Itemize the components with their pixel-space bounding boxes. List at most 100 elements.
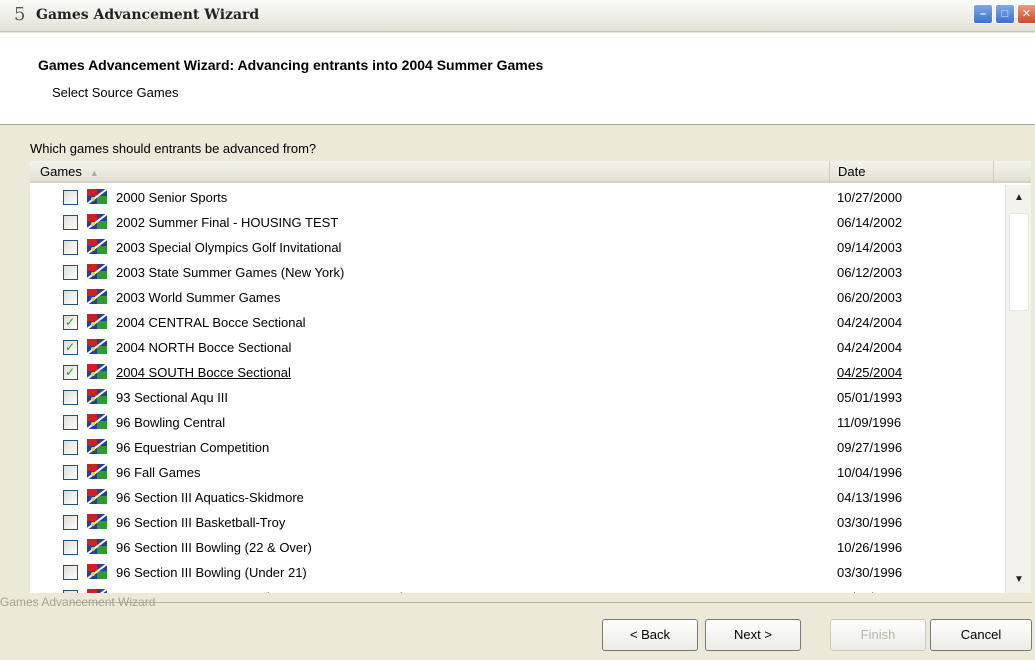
scroll-thumb[interactable] (1009, 213, 1029, 311)
row-checkbox[interactable] (63, 465, 78, 480)
game-date: 04/13/1996 (837, 490, 903, 505)
game-date: 04/24/2004 (837, 315, 903, 330)
row-checkbox[interactable] (63, 190, 78, 205)
game-name: 96 Fall Games (116, 465, 201, 480)
group-divider (70, 602, 1032, 603)
games-flag-icon (87, 439, 107, 454)
game-date: 06/20/2003 (837, 290, 903, 305)
game-name: 96 Section III Bowling (22 & Over) (116, 540, 312, 555)
game-date: 03/30/1996 (837, 565, 903, 580)
game-date: 06/12/2003 (837, 265, 903, 280)
column-header-date[interactable]: Date (830, 161, 994, 183)
window-title: Games Advancement Wizard (36, 7, 260, 23)
minimize-icon: – (979, 8, 987, 20)
list-item[interactable]: 2000 Senior Sports 10/27/2000 (30, 185, 1005, 210)
games-flag-icon (87, 214, 107, 229)
games-flag-icon (87, 514, 107, 529)
column-header-games[interactable]: Games ▲ (30, 161, 830, 183)
row-checkbox[interactable] (63, 515, 78, 530)
games-flag-icon (87, 589, 107, 593)
row-checkbox[interactable]: ✓ (63, 315, 78, 330)
column-games-label: Games (40, 164, 82, 179)
list-item[interactable]: 96 Section III Bowling (22 & Over) 10/26/… (30, 535, 1005, 560)
game-date: 03/30/1996 (837, 515, 903, 530)
games-flag-icon (87, 414, 107, 429)
game-date: 06/14/2002 (837, 215, 903, 230)
checkmark-icon: ✓ (65, 365, 76, 379)
row-checkbox[interactable] (63, 265, 78, 280)
games-flag-icon (87, 564, 107, 579)
list-item[interactable]: 2003 Special Olympics Golf Invitational 0… (30, 235, 1005, 260)
page-title: Games Advancement Wizard: Advancing entr… (38, 57, 544, 73)
finish-button[interactable]: Finish (830, 619, 926, 651)
game-name: 2004 NORTH Bocce Sectional (116, 340, 292, 355)
list-item[interactable]: 96 Section III Bowling (Under 21) 03/30/1… (30, 560, 1005, 585)
game-name: 96 Bowling Central (116, 415, 226, 430)
games-flag-icon (87, 314, 107, 329)
checkmark-icon: ✓ (65, 315, 76, 329)
row-checkbox[interactable]: ✓ (63, 365, 78, 380)
game-date: 11/09/1996 (837, 415, 902, 430)
maximize-button[interactable]: □ (995, 4, 1015, 24)
row-checkbox[interactable] (63, 215, 78, 230)
row-checkbox[interactable] (63, 240, 78, 255)
next-button[interactable]: Next > (705, 619, 801, 651)
row-checkbox[interactable] (63, 490, 78, 505)
list-item[interactable]: 96 Fall Games 10/04/1996 (30, 460, 1005, 485)
title-bar[interactable]: 5 Games Advancement Wizard – □ ✕ (0, 0, 1035, 32)
row-checkbox[interactable]: ✓ (63, 340, 78, 355)
row-checkbox[interactable] (63, 290, 78, 305)
row-checkbox[interactable] (63, 415, 78, 430)
list-rows: 2000 Senior Sports 10/27/2000 2002 Summer … (30, 185, 1005, 593)
game-date: 04/24/2004 (837, 340, 903, 355)
game-name: 2004 SOUTH Bocce Sectional (116, 365, 291, 380)
row-checkbox[interactable] (63, 565, 78, 580)
games-flag-icon (87, 289, 107, 304)
list-item[interactable]: 96 Bowling Central 11/09/1996 (30, 410, 1005, 435)
games-flag-icon (87, 339, 107, 354)
row-checkbox[interactable] (63, 540, 78, 555)
group-label: Games Advancement Wizard (0, 595, 156, 609)
list-item[interactable]: 96 Equestrian Competition 09/27/1996 (30, 435, 1005, 460)
games-list[interactable]: Games ▲ Date 2000 Senior Sports 10/27/2000… (30, 161, 1031, 593)
cancel-button[interactable]: Cancel (930, 619, 1032, 651)
game-date: 10/26/1996 (837, 540, 903, 555)
game-name: 96 Section III Aquatics-Skidmore (116, 490, 304, 505)
vertical-scrollbar[interactable]: ▲ ▼ (1005, 185, 1031, 593)
sort-ascending-icon: ▲ (89, 168, 99, 178)
list-item[interactable]: ✓ 2004 CENTRAL Bocce Sectional 04/24/2004 (30, 310, 1005, 335)
column-header: Games ▲ Date (30, 161, 1031, 183)
minimize-button[interactable]: – (973, 4, 993, 24)
back-button[interactable]: < Back (602, 619, 698, 651)
list-item[interactable]: 2003 World Summer Games 06/20/2003 (30, 285, 1005, 310)
close-button[interactable]: ✕ (1017, 4, 1035, 24)
game-name: 2004 CENTRAL Bocce Sectional (116, 315, 306, 330)
close-icon: ✕ (1021, 8, 1032, 20)
list-item[interactable]: ✓ 2004 SOUTH Bocce Sectional 04/25/2004 (30, 360, 1005, 385)
app-icon: 5 (14, 4, 26, 25)
wizard-header: Games Advancement Wizard: Advancing entr… (0, 33, 1035, 125)
list-item[interactable]: 96 SECTION III NORDIC (MARC TUPPER LAKE)… (30, 585, 1005, 593)
list-item[interactable]: 2003 State Summer Games (New York) 06/12/… (30, 260, 1005, 285)
row-checkbox[interactable] (63, 390, 78, 405)
list-item[interactable]: 96 Section III Aquatics-Skidmore 04/13/19… (30, 485, 1005, 510)
game-name: 2003 State Summer Games (New York) (116, 265, 345, 280)
row-checkbox[interactable] (63, 440, 78, 455)
list-item[interactable]: 2002 Summer Final - HOUSING TEST 06/14/20… (30, 210, 1005, 235)
games-flag-icon (87, 389, 107, 404)
list-item[interactable]: 93 Sectional Aqu III 05/01/1993 (30, 385, 1005, 410)
question-label: Which games should entrants be advanced … (30, 141, 317, 156)
game-name: 93 Sectional Aqu III (116, 390, 229, 405)
scroll-up-icon[interactable]: ▲ (1008, 187, 1030, 209)
games-flag-icon (87, 364, 107, 379)
scroll-down-icon[interactable]: ▼ (1008, 569, 1030, 591)
row-checkbox[interactable] (63, 590, 78, 593)
page-subtitle: Select Source Games (52, 85, 179, 100)
game-name: 96 Section III Bowling (Under 21) (116, 565, 307, 580)
games-flag-icon (87, 489, 107, 504)
game-date: 09/14/2003 (837, 240, 903, 255)
list-item[interactable]: ✓ 2004 NORTH Bocce Sectional 04/24/2004 (30, 335, 1005, 360)
games-flag-icon (87, 264, 107, 279)
list-item[interactable]: 96 Section III Basketball-Troy 03/30/1996 (30, 510, 1005, 535)
game-name: 96 SECTION III NORDIC (MARC TUPPER LAKE) (116, 590, 405, 593)
